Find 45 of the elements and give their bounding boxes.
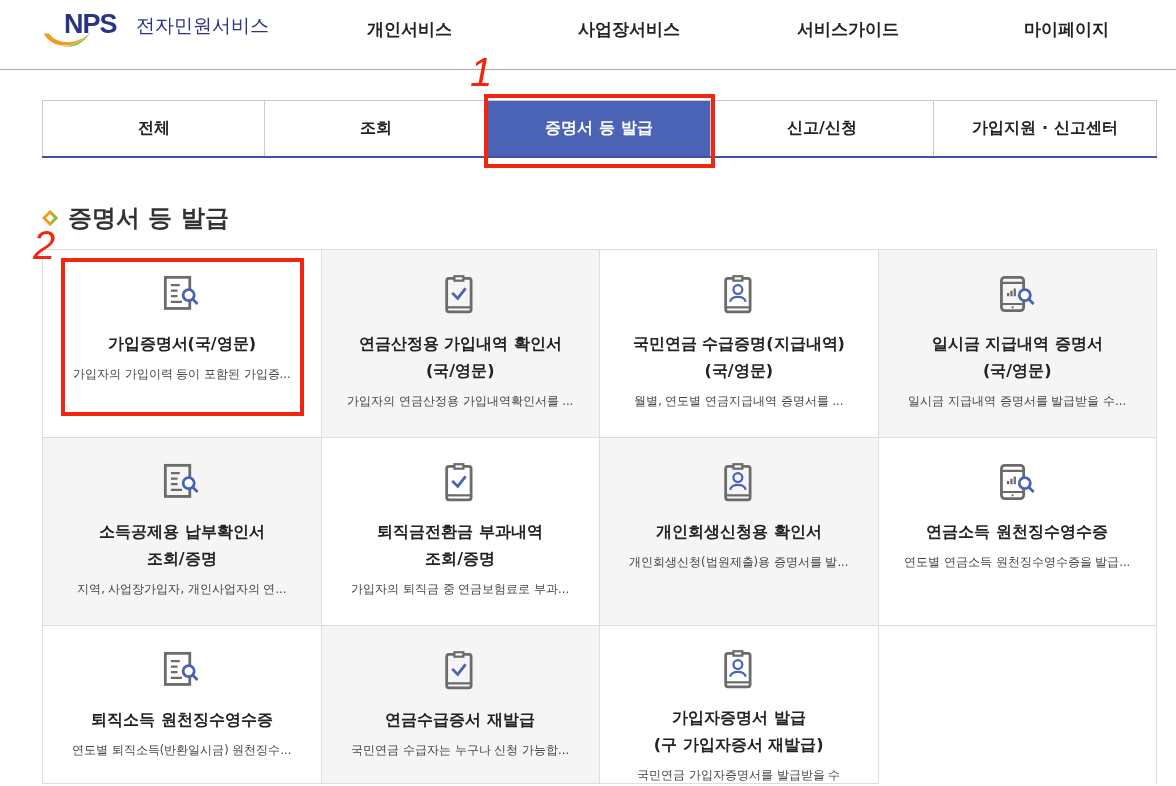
card-description: 월별, 연도별 연금지급내역 증명서를 ... (634, 394, 844, 409)
tab[interactable]: 전체 (42, 100, 265, 156)
card-description: 일시금 지급내역 증명서를 발급받을 수... (908, 394, 1127, 409)
card-title: 연금산정용 가입내역 확인서 (국/영문) (358, 333, 562, 382)
card-title: 연금수급증서 재발급 (385, 709, 536, 731)
section-title: 증명서 등 발급 (68, 203, 229, 234)
card-description: 가입자의 연금산정용 가입내역확인서를 ... (347, 394, 574, 409)
service-card[interactable]: 연금수급증서 재발급 국민연금 수급자는 누구나 신청 가능합... (321, 626, 600, 784)
card-description: 연도별 연금소득 원천징수영수증을 발급... (904, 555, 1131, 570)
card-description: 연도별 퇴직소득(반환일시금) 원천징수... (72, 743, 292, 758)
service-card[interactable]: 연금소득 원천징수영수증 연도별 연금소득 원천징수영수증을 발급... (878, 438, 1157, 626)
logo-text[interactable]: NPS (64, 9, 117, 40)
card-title: 퇴직소득 원천징수영수증 (90, 709, 273, 731)
card-description: 가입자의 가입이력 등이 포함된 가입증... (72, 367, 291, 382)
service-card[interactable]: 개인회생신청용 확인서 개인회생신청(법원제출)용 증명서를 발... (600, 438, 879, 626)
service-card[interactable]: 퇴직금전환금 부과내역 조회/증명 가입자의 퇴직금 중 연금보험료로 부과... (321, 438, 600, 626)
card-description: 국민연금 수급자는 누구나 신청 가능합... (351, 743, 570, 758)
service-card[interactable]: 퇴직소득 원천징수영수증 연도별 퇴직소득(반환일시금) 원천징수... (43, 626, 322, 784)
card-title: 개인회생신청용 확인서 (655, 521, 822, 543)
nav-link[interactable]: 개인서비스 (300, 18, 519, 51)
nav-link[interactable]: 서비스가이드 (738, 18, 957, 51)
card-title: 퇴직금전환금 부과내역 조회/증명 (377, 521, 544, 570)
card-description: 개인회생신청(법원제출)용 증명서를 발... (629, 555, 849, 570)
card-title: 일시금 지급내역 증명서 (국/영문) (931, 333, 1103, 382)
service-name[interactable]: 전자민원서비스 (136, 13, 269, 39)
service-card[interactable]: 연금산정용 가입내역 확인서 (국/영문) 가입자의 연금산정용 가입내역확인서를 ... (321, 250, 600, 438)
tab[interactable]: 신고/신청 (711, 100, 934, 156)
service-card[interactable]: 가입자증명서 발급 (구 가입자증서 재발급) 국민연금 가입자증명서를 발급받을 수 (600, 626, 879, 784)
service-card[interactable]: 일시금 지급내역 증명서 (국/영문) 일시금 지급내역 증명서를 발급받을 수... (878, 250, 1157, 438)
tab[interactable]: 가입지원 · 신고센터 (934, 100, 1157, 156)
tab[interactable]: 증명서 등 발급 (488, 100, 711, 156)
card-title: 소득공제용 납부확인서 조회/증명 (98, 521, 265, 570)
card-title: 가입증명서(국/영문) (107, 333, 256, 355)
card-title: 가입자증명서 발급 (구 가입자증서 재발급) (653, 707, 824, 756)
nav-link[interactable]: 마이페이지 (957, 18, 1176, 51)
diamond-icon (42, 210, 58, 226)
service-card[interactable]: 소득공제용 납부확인서 조회/증명 지역, 사업장가입자, 개인사업자의 연... (43, 438, 322, 626)
card-description: 가입자의 퇴직금 중 연금보험료로 부과... (351, 582, 570, 597)
service-card[interactable]: 국민연금 수급증명(지급내역) (국/영문) 월별, 연도별 연금지급내역 증명서를 ... (600, 250, 879, 438)
card-title: 국민연금 수급증명(지급내역) (국/영문) (632, 333, 845, 382)
annotation-number: 1 (470, 52, 493, 92)
card-description: 지역, 사업장가입자, 개인사업자의 연... (77, 582, 287, 597)
card-title: 연금소득 원천징수영수증 (926, 521, 1109, 543)
nav-link[interactable]: 사업장서비스 (519, 18, 738, 51)
card-description: 국민연금 가입자증명서를 발급받을 수 (637, 768, 841, 783)
